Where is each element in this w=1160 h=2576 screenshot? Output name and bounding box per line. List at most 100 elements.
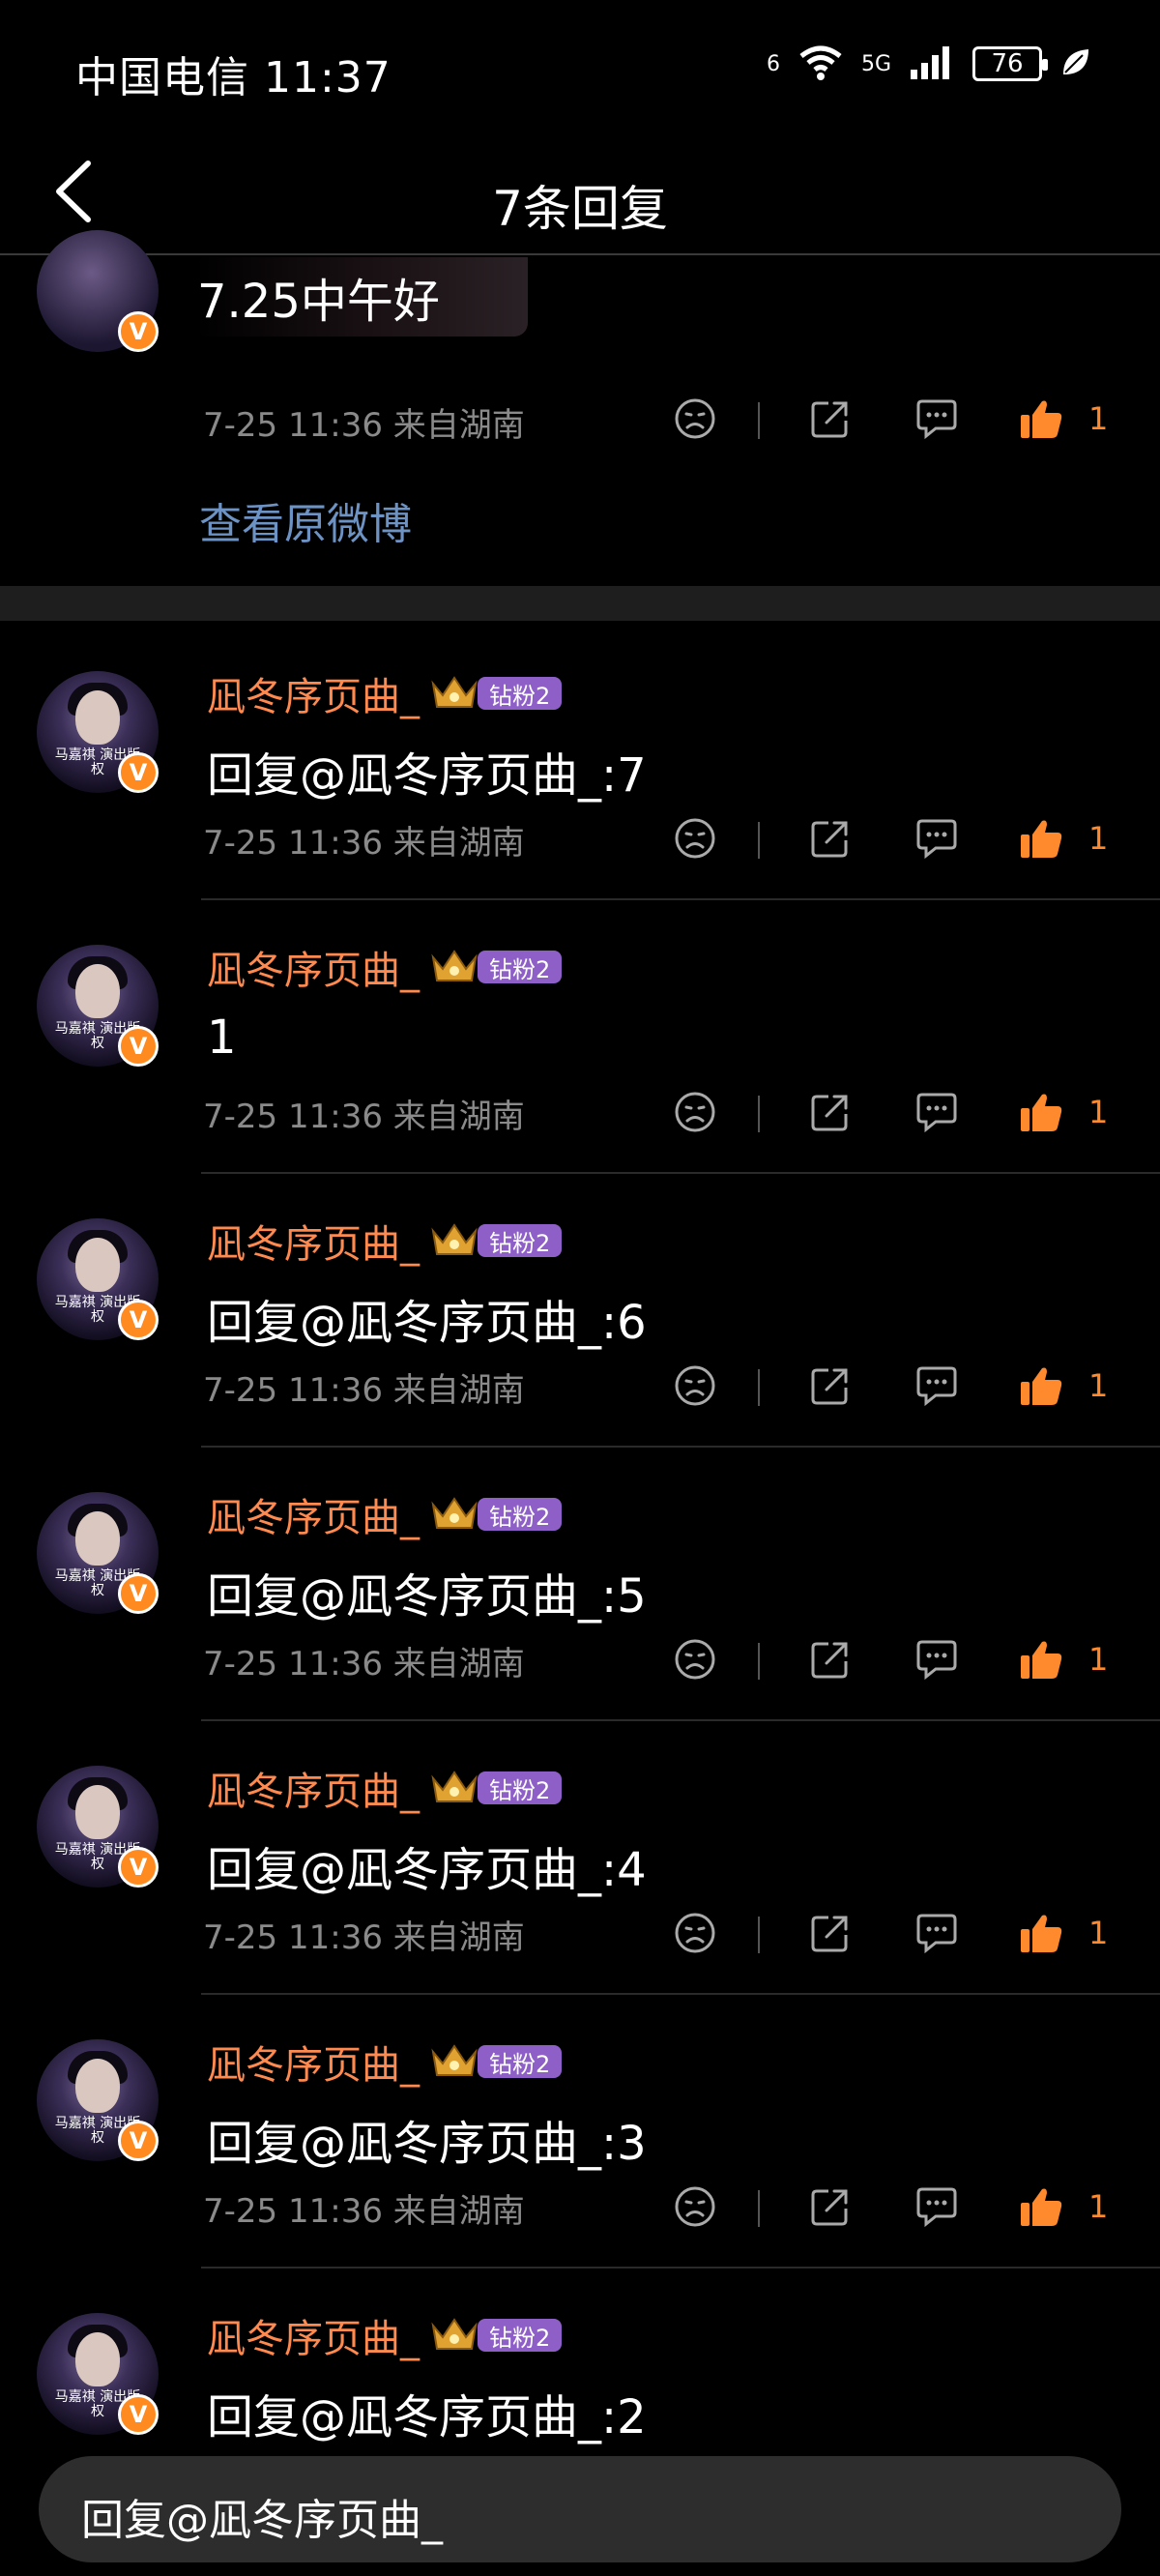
username[interactable]: 凪冬序页曲_: [207, 2307, 420, 2363]
verified-icon: V: [118, 1847, 159, 1888]
sad-face-icon: [674, 1912, 716, 1958]
avatar-face: [75, 690, 120, 745]
sad-face-button[interactable]: [671, 1090, 719, 1138]
reply-input[interactable]: 回复@凪冬序页曲_: [39, 2456, 1121, 2562]
verified-icon: V: [118, 752, 159, 793]
share-icon: [809, 1364, 852, 1411]
comment-button[interactable]: [913, 1911, 961, 1959]
reply-meta: 7-25 11:36 来自湖南: [203, 1098, 525, 1136]
avatar-face: [75, 1238, 120, 1292]
username[interactable]: 凪冬序页曲_: [207, 939, 420, 995]
view-original-link[interactable]: 查看原微博: [199, 489, 412, 551]
crown-icon: [429, 1769, 479, 1807]
page-title: 7条回复: [492, 181, 668, 237]
status-bar: 中国电信 11:37 6 5G 76: [0, 0, 1160, 135]
like-count: 1: [1088, 1641, 1109, 1678]
like-count: 1: [1088, 820, 1109, 857]
like-button[interactable]: [1017, 1090, 1065, 1138]
comment-icon: [914, 1091, 959, 1137]
avatar-face: [75, 2059, 120, 2113]
author-row: 凪冬序页曲_ 钻粉2: [207, 2034, 563, 2090]
wifi-label: 6: [766, 51, 780, 76]
reply-input-text: 回复@凪冬序页曲_: [81, 2496, 443, 2545]
reply-item[interactable]: 马嘉祺 演出版权 V 凪冬序页曲_ 钻粉2 回复@凪冬序页曲_:5 7-25 1…: [0, 1448, 1160, 1721]
fan-level-badge[interactable]: 钻粉2: [478, 951, 563, 983]
verified-icon: V: [118, 1573, 159, 1614]
username[interactable]: 凪冬序页曲_: [207, 2034, 420, 2090]
comment-button[interactable]: [913, 1637, 961, 1685]
crown-icon: [429, 674, 479, 713]
comment-button[interactable]: [913, 1363, 961, 1412]
share-button[interactable]: [806, 396, 855, 445]
share-icon: [809, 1912, 852, 1958]
username[interactable]: 凪冬序页曲_: [207, 665, 420, 721]
author-row: 凪冬序页曲_ 钻粉2: [207, 939, 563, 995]
action-row: 1: [657, 1627, 1160, 1695]
original-comment: V 7.25中午好 7-25 11:36 来自湖南 1 查看原微博: [0, 230, 1160, 586]
reply-meta: 7-25 11:36 来自湖南: [203, 824, 525, 863]
reply-item[interactable]: 马嘉祺 演出版权 V 凪冬序页曲_ 钻粉2 回复@凪冬序页曲_:6 7-25 1…: [0, 1174, 1160, 1448]
verified-icon: V: [118, 2394, 159, 2435]
reply-item[interactable]: 马嘉祺 演出版权 V 凪冬序页曲_ 钻粉2 回复@凪冬序页曲_:4 7-25 1…: [0, 1721, 1160, 1995]
sad-face-icon: [674, 1364, 716, 1411]
username[interactable]: 凪冬序页曲_: [207, 1760, 420, 1816]
reply-meta: 7-25 11:36 来自湖南: [203, 1918, 525, 1957]
reply-text: 回复@凪冬序页曲_:3: [207, 2117, 647, 2171]
thumbs-up-icon: [1019, 817, 1063, 864]
comment-button[interactable]: [913, 1090, 961, 1138]
comment-icon: [914, 1912, 959, 1958]
like-button[interactable]: [1017, 396, 1065, 445]
sad-face-button[interactable]: [671, 1637, 719, 1685]
sad-face-button[interactable]: [671, 2184, 719, 2233]
thumbs-up-icon: [1019, 2185, 1063, 2232]
comment-button[interactable]: [913, 816, 961, 864]
avatar-face: [75, 1785, 120, 1839]
author-row: 凪冬序页曲_ 钻粉2: [207, 1486, 563, 1542]
reply-meta: 7-25 11:36 来自湖南: [203, 1645, 525, 1683]
reply-meta: 7-25 11:36 来自湖南: [203, 1371, 525, 1410]
share-button[interactable]: [806, 2184, 855, 2233]
like-button[interactable]: [1017, 816, 1065, 864]
sad-face-button[interactable]: [671, 1363, 719, 1412]
action-row: 1: [657, 1080, 1160, 1148]
share-button[interactable]: [806, 1363, 855, 1412]
like-button[interactable]: [1017, 1363, 1065, 1412]
battery-level: 76: [991, 49, 1024, 78]
fan-level-badge[interactable]: 钻粉2: [478, 677, 563, 710]
like-count: 1: [1088, 1094, 1109, 1130]
fan-level-badge[interactable]: 钻粉2: [478, 1498, 563, 1531]
fan-level-badge[interactable]: 钻粉2: [478, 1224, 563, 1257]
like-button[interactable]: [1017, 1911, 1065, 1959]
fan-level-badge[interactable]: 钻粉2: [478, 2319, 563, 2352]
fan-level-badge[interactable]: 钻粉2: [478, 1771, 563, 1804]
share-button[interactable]: [806, 1911, 855, 1959]
like-count: 1: [1088, 1367, 1109, 1404]
verified-icon: V: [118, 1026, 159, 1067]
nav-bar: 7条回复: [0, 135, 1160, 255]
reply-item[interactable]: 马嘉祺 演出版权 V 凪冬序页曲_ 钻粉2 回复@凪冬序页曲_:7 7-25 1…: [0, 627, 1160, 900]
like-button[interactable]: [1017, 1637, 1065, 1685]
share-button[interactable]: [806, 816, 855, 864]
avatar-face: [75, 964, 120, 1018]
reply-item[interactable]: 马嘉祺 演出版权 V 凪冬序页曲_ 钻粉2 1 7-25 11:36 来自湖南 …: [0, 900, 1160, 1174]
reply-item[interactable]: 马嘉祺 演出版权 V 凪冬序页曲_ 钻粉2 回复@凪冬序页曲_:3 7-25 1…: [0, 1995, 1160, 2269]
sad-face-icon: [674, 2185, 716, 2232]
share-icon: [809, 1638, 852, 1684]
username[interactable]: 凪冬序页曲_: [207, 1486, 420, 1542]
action-divider: [758, 822, 760, 859]
avatar-face: [75, 1511, 120, 1566]
sad-face-button[interactable]: [671, 816, 719, 864]
share-button[interactable]: [806, 1090, 855, 1138]
sad-face-button[interactable]: [671, 396, 719, 445]
action-row: 1: [657, 806, 1160, 874]
sad-face-button[interactable]: [671, 1911, 719, 1959]
like-button[interactable]: [1017, 2184, 1065, 2233]
comment-button[interactable]: [913, 2184, 961, 2233]
share-button[interactable]: [806, 1637, 855, 1685]
author-row: 凪冬序页曲_ 钻粉2: [207, 2307, 563, 2363]
username[interactable]: 凪冬序页曲_: [207, 1213, 420, 1269]
comment-meta: 7-25 11:36 来自湖南: [203, 406, 525, 445]
comment-icon: [914, 397, 959, 444]
comment-button[interactable]: [913, 396, 961, 445]
fan-level-badge[interactable]: 钻粉2: [478, 2045, 563, 2078]
